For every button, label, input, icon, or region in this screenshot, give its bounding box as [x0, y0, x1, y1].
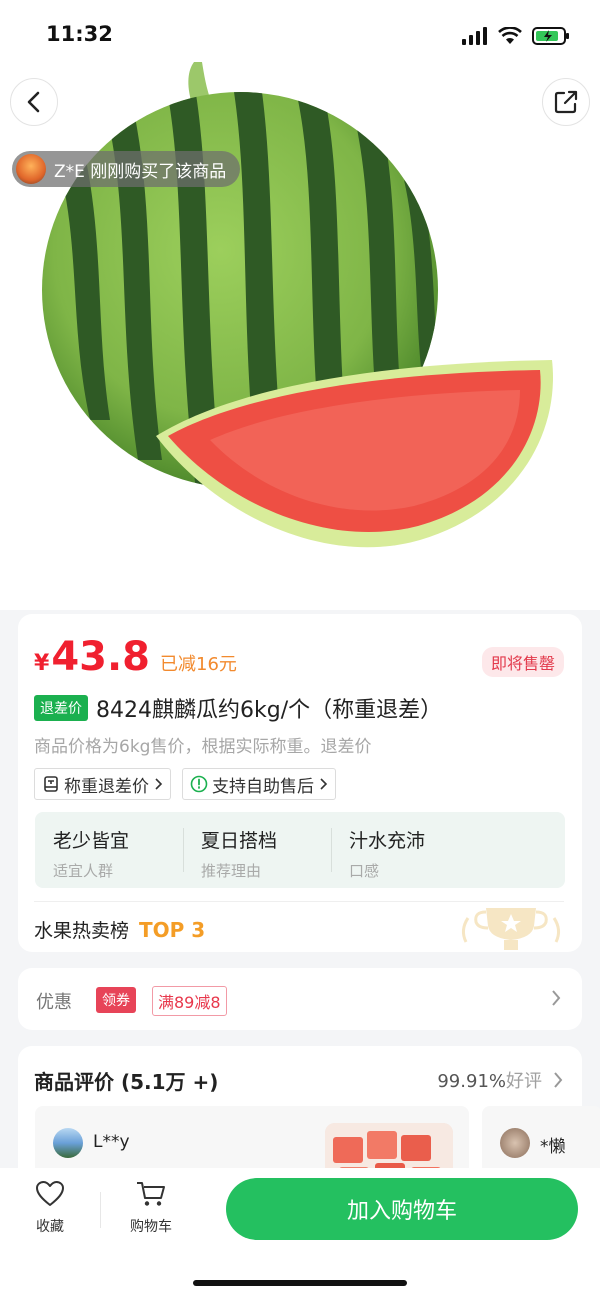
rank-row[interactable]: 水果热卖榜 TOP 3 — [34, 916, 205, 943]
status-time: 11:32 — [46, 22, 113, 46]
status-icons — [462, 26, 570, 46]
share-icon — [554, 90, 578, 114]
review-rate-value: 99.91% — [437, 1071, 506, 1092]
feature-sub: 口感 — [349, 862, 380, 880]
chevron-right-icon — [155, 778, 163, 790]
feature-title: 夏日搭档 — [201, 830, 278, 852]
review-title: 商品评价 (5.1万 +) — [34, 1070, 219, 1094]
feature-item: 汁水充沛 口感 — [331, 812, 479, 888]
cart-icon — [137, 1182, 165, 1206]
heart-icon — [36, 1181, 64, 1206]
wifi-icon — [498, 27, 522, 44]
feature-item: 夏日搭档 推荐理由 — [183, 812, 331, 888]
rank-value: TOP 3 — [139, 917, 206, 942]
service-icon — [190, 775, 208, 793]
recent-buyer-tip: Z*E 刚刚购买了该商品 — [12, 151, 241, 187]
product-price: 43.8 — [51, 634, 151, 680]
chip-label: 支持自助售后 — [212, 776, 314, 797]
chevron-right-icon — [554, 1072, 563, 1088]
product-info-card: ¥ 43.8 已减16元 即将售罄 退差价 8424麒麟瓜约6kg/个（称重退差… — [18, 614, 582, 952]
review-rate-label: 好评 — [506, 1071, 542, 1092]
battery-icon — [532, 27, 569, 45]
review-rate[interactable]: 99.91%好评 — [437, 1067, 558, 1093]
coupon-value: 满89减8 — [152, 986, 227, 1016]
bottom-action-bar: 收藏 购物车 加入购物车 — [0, 1168, 600, 1299]
chevron-right-icon — [552, 990, 561, 1006]
feature-title: 汁水充沛 — [349, 830, 426, 852]
promo-card[interactable]: 优惠 领券 满89减8 — [18, 968, 582, 1030]
share-button[interactable] — [542, 78, 590, 126]
buyer-avatar — [16, 154, 46, 184]
price-row: ¥ 43.8 已减16元 — [34, 634, 237, 680]
rank-label: 水果热卖榜 — [34, 920, 130, 942]
feature-title: 老少皆宜 — [53, 830, 130, 852]
service-chips: 称重退差价 支持自助售后 — [34, 768, 336, 800]
chip-self-service[interactable]: 支持自助售后 — [182, 768, 336, 800]
promo-label: 优惠 — [36, 992, 72, 1013]
cart-button[interactable]: 购物车 — [116, 1180, 186, 1236]
product-subtitle: 商品价格为6kg售价，根据实际称重。退差价 — [34, 737, 372, 757]
add-to-cart-button[interactable]: 加入购物车 — [226, 1178, 578, 1240]
chip-label: 称重退差价 — [64, 776, 149, 797]
chevron-right-icon — [320, 778, 328, 790]
feature-sub: 适宜人群 — [53, 862, 114, 880]
reviewer-avatar — [500, 1128, 530, 1158]
back-button[interactable] — [10, 78, 58, 126]
feature-item: 老少皆宜 适宜人群 — [35, 812, 183, 888]
cart-label: 购物车 — [130, 1219, 172, 1235]
home-indicator — [193, 1280, 407, 1286]
reviewer-name: L**y — [93, 1132, 130, 1152]
scale-icon — [44, 776, 58, 792]
buyer-tip-text: Z*E 刚刚购买了该商品 — [54, 161, 227, 182]
divider — [100, 1192, 101, 1228]
product-hero[interactable] — [0, 0, 600, 610]
refund-tag: 退差价 — [34, 695, 88, 721]
status-bar: 11:32 — [0, 0, 600, 70]
watermelon-image — [42, 62, 553, 548]
product-title-row: 退差价 8424麒麟瓜约6kg/个（称重退差） — [34, 692, 442, 724]
chevron-left-icon — [27, 91, 40, 113]
price-discount: 已减16元 — [160, 654, 237, 675]
stock-badge: 即将售罄 — [481, 647, 564, 677]
feature-box: 老少皆宜 适宜人群 夏日搭档 推荐理由 汁水充沛 口感 — [35, 812, 565, 888]
trophy-icon — [461, 908, 561, 950]
chip-weight-refund[interactable]: 称重退差价 — [34, 768, 171, 800]
reviewer-avatar — [53, 1128, 83, 1158]
signal-icon — [462, 27, 487, 45]
feature-sub: 推荐理由 — [201, 862, 262, 880]
reviewer-name: *懒 — [540, 1137, 566, 1157]
coupon-tag[interactable]: 领券 — [96, 987, 136, 1013]
favorite-label: 收藏 — [36, 1219, 64, 1235]
currency-symbol: ¥ — [34, 651, 50, 676]
product-title: 8424麒麟瓜约6kg/个（称重退差） — [96, 698, 443, 723]
favorite-button[interactable]: 收藏 — [15, 1180, 85, 1236]
